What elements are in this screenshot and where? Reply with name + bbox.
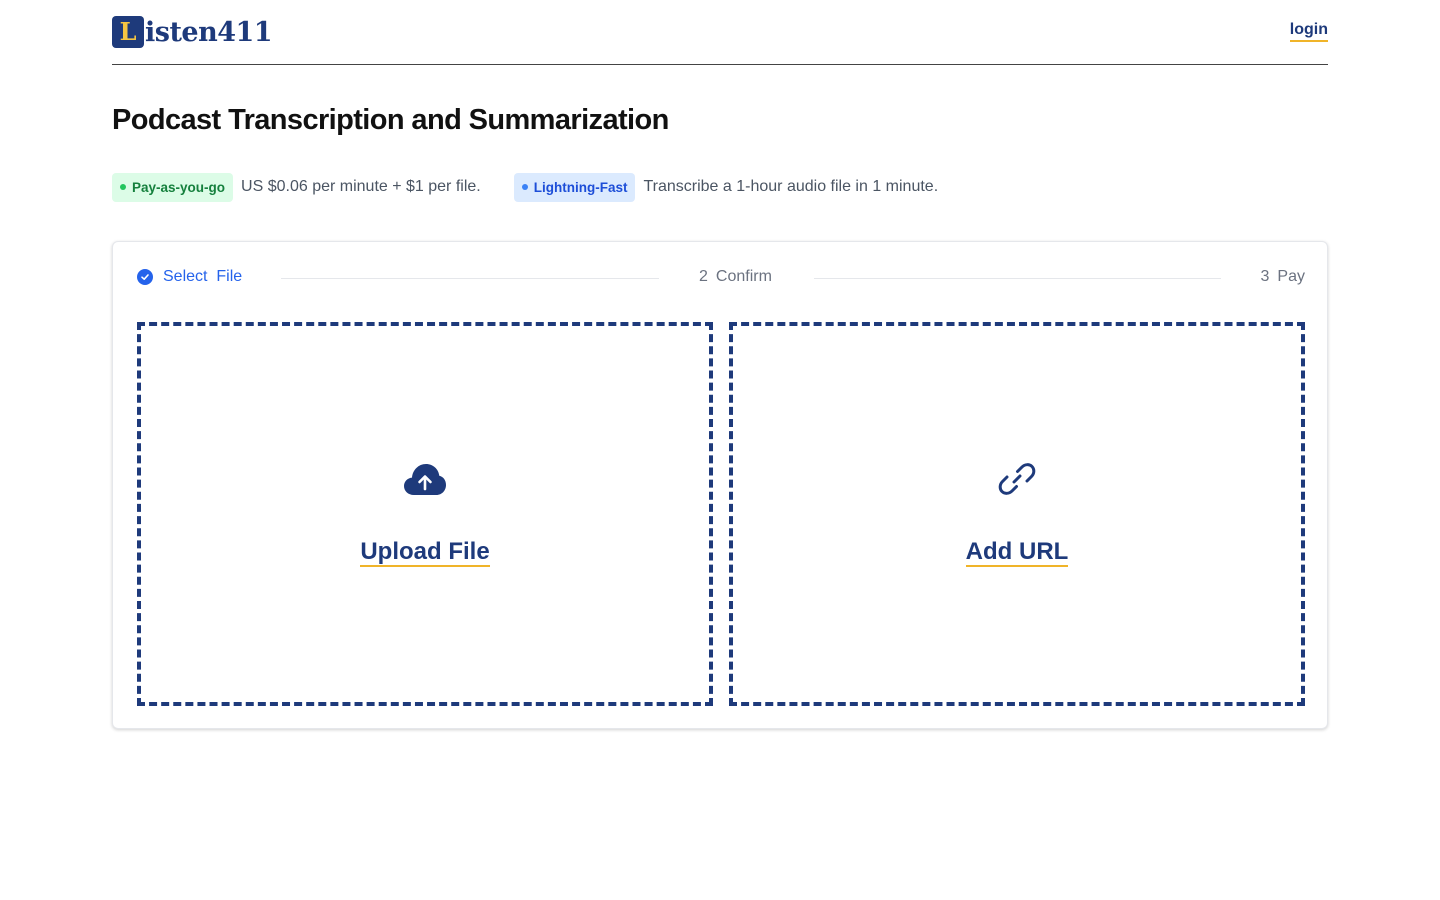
step-number: 2 xyxy=(699,268,708,285)
logo-mark: L xyxy=(112,16,144,48)
dot-icon xyxy=(120,184,126,190)
logo[interactable]: L isten411 xyxy=(112,16,273,48)
lightning-fast-badge: Lightning-Fast xyxy=(513,172,636,202)
speed-text: Transcribe a 1-hour audio file in 1 minu… xyxy=(643,178,939,195)
link-icon xyxy=(997,457,1037,501)
step-connector xyxy=(281,278,659,279)
upload-card: Select File 2 Confirm 3 Pay Upload File xyxy=(112,241,1328,729)
check-circle-icon xyxy=(137,269,153,285)
step-select-file: Select File xyxy=(137,266,242,288)
page-title: Podcast Transcription and Summarization xyxy=(112,104,669,136)
pricing-text: US $0.06 per minute + $1 per file. xyxy=(241,178,481,195)
step-confirm: 2 Confirm xyxy=(699,266,772,288)
step-connector xyxy=(814,278,1221,279)
login-link[interactable]: login xyxy=(1289,21,1328,42)
step-pay: 3 Pay xyxy=(1261,266,1305,288)
cloud-upload-icon xyxy=(403,457,447,501)
step-number: 3 xyxy=(1260,268,1270,285)
add-url-dropzone[interactable]: Add URL xyxy=(729,322,1305,706)
step-label: Confirm xyxy=(715,268,772,285)
badge-label: Lightning-Fast xyxy=(533,179,628,195)
site-header: L isten411 login xyxy=(112,0,1328,65)
stepper: Select File 2 Confirm 3 Pay xyxy=(137,266,1305,288)
pay-as-you-go-badge: Pay-as-you-go xyxy=(112,172,234,202)
upload-file-dropzone[interactable]: Upload File xyxy=(137,322,713,706)
step-label: Pay xyxy=(1277,268,1305,285)
add-url-label[interactable]: Add URL xyxy=(965,539,1069,567)
badge-label: Pay-as-you-go xyxy=(132,179,226,195)
dot-icon xyxy=(521,184,528,190)
features-row: Pay-as-you-go US $0.06 per minute + $1 p… xyxy=(112,172,938,202)
upload-file-label[interactable]: Upload File xyxy=(360,539,490,567)
logo-text: isten411 xyxy=(145,16,273,48)
page: L isten411 login Podcast Transcription a… xyxy=(0,0,1440,900)
step-label: Select File xyxy=(163,268,243,285)
